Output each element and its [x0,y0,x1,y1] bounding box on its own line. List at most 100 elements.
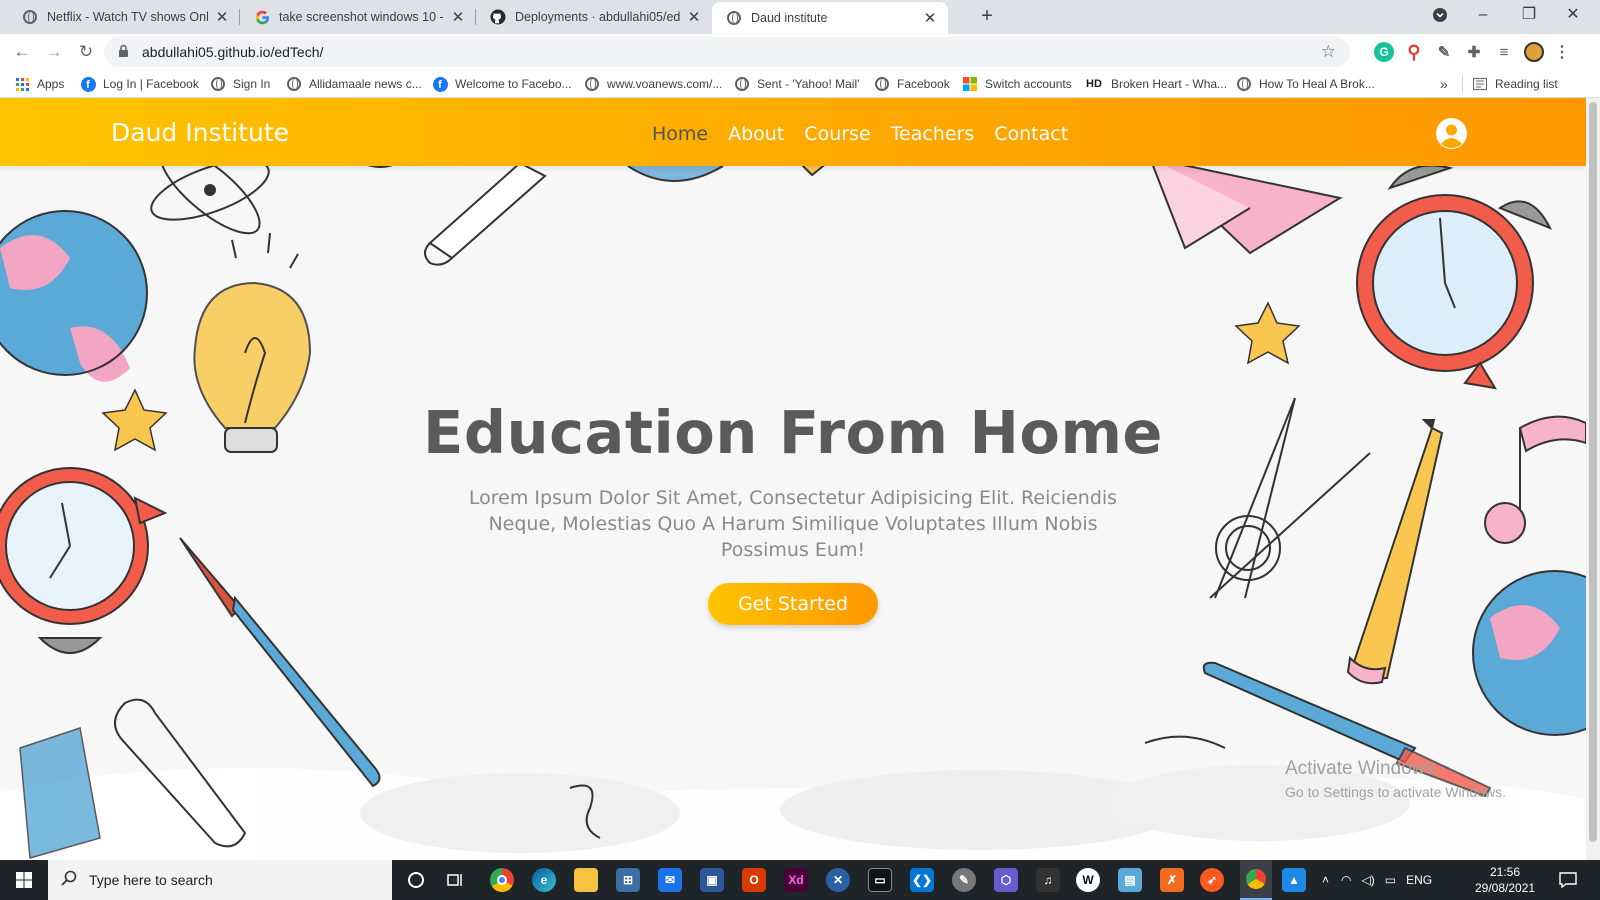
nav-about[interactable]: About [728,123,784,145]
nav-contact[interactable]: Contact [994,123,1068,145]
vscode-icon[interactable]: ❮❯ [910,868,934,892]
new-tab-button[interactable]: + [976,6,998,28]
nav-home[interactable]: Home [652,123,708,145]
bookmark-sign-in[interactable]: Sign In [210,75,270,93]
app-window-icon[interactable]: ▣ [700,868,724,892]
bookmarks-divider [1462,75,1463,93]
bookmark-label: Welcome to Facebo... [455,77,572,91]
restore-button[interactable]: ❐ [1518,4,1540,26]
reading-list-icon [1472,76,1488,92]
chrome-active-taskbar-icon[interactable] [1240,860,1272,900]
page-scrollbar[interactable] [1586,98,1600,860]
tab-title: Daud institute [751,11,828,25]
terminal-icon[interactable]: ▭ [868,868,892,892]
mail-icon[interactable]: ✉ [658,868,682,892]
bookmark-how-to-heal[interactable]: How To Heal A Brok... [1236,75,1375,93]
bookmark-label: www.voanews.com/... [607,77,723,91]
search-icon [61,870,77,891]
pencil-top-doodle [424,161,547,266]
volume-icon[interactable]: ◁) [1362,873,1375,887]
back-icon[interactable]: ← [10,40,34,64]
bookmark-star-icon[interactable]: ☆ [1321,42,1336,62]
close-icon[interactable]: ✕ [922,9,938,27]
media-control-icon[interactable]: ≡ [1494,42,1514,62]
close-icon[interactable]: ✕ [686,8,702,26]
postman-icon[interactable]: ➶ [1200,868,1224,892]
curve-doodle [1144,735,1226,749]
bookmarks-overflow-button[interactable]: » [1440,75,1448,93]
adobe-xd-icon[interactable]: Xd [784,868,808,892]
paint-app-icon[interactable]: ✎ [952,868,976,892]
office-icon[interactable]: O [742,868,766,892]
book-doodle [19,727,101,859]
eyedropper-extension-icon[interactable]: ✎ [1434,42,1454,62]
get-started-button[interactable]: Get Started [707,583,879,625]
profile-avatar-icon[interactable] [1524,42,1544,62]
chevron-up-icon[interactable]: ˄ [1322,873,1329,887]
tab-google-search[interactable]: take screenshot windows 10 - Go ✕ [240,0,476,34]
tab-search-icon[interactable] [1429,4,1451,26]
bookmark-welcome-facebook[interactable]: f Welcome to Facebo... [432,75,572,93]
close-icon[interactable]: ✕ [450,8,466,26]
cube-app-icon[interactable]: ⬡ [994,868,1018,892]
taskbar-clock[interactable]: 21:56 29/08/2021 [1475,864,1535,896]
start-button[interactable] [0,860,48,900]
bookmark-facebook[interactable]: Facebook [874,75,950,93]
photos-app-icon[interactable]: ▲ [1282,868,1306,892]
browser-menu-icon[interactable]: ⋮ [1552,42,1572,62]
xampp-icon[interactable]: ✗ [1160,868,1184,892]
bookmark-yahoo-mail[interactable]: Sent - 'Yahoo! Mail' [734,75,859,93]
notifications-icon[interactable] [1556,868,1580,892]
wifi-icon[interactable]: ◠ [1341,873,1351,887]
chrome-taskbar-icon[interactable] [490,868,514,892]
minimize-button[interactable]: – [1472,4,1494,26]
bookmark-facebook-login[interactable]: f Log In | Facebook [80,75,199,93]
grammarly-extension-icon[interactable]: G [1374,42,1394,62]
word-app-icon[interactable]: W [1076,868,1100,892]
bookmarks-bar: Apps f Log In | Facebook Sign In Allidam… [0,70,1600,98]
bowl-doodle [627,165,724,182]
nav-teachers[interactable]: Teachers [891,123,975,145]
taskbar-search-box[interactable]: Type here to search [48,860,392,900]
globe-icon [22,9,38,25]
bookmark-allidamaale[interactable]: Allidamaale news c... [286,75,422,93]
bookmark-broken-heart[interactable]: HD Broken Heart - Wha... [1084,75,1227,93]
tab-title: Netflix - Watch TV shows Online [47,10,208,24]
bookmark-switch-accounts[interactable]: Switch accounts [962,75,1072,93]
nav-course[interactable]: Course [804,123,870,145]
close-window-button[interactable]: ✕ [1562,4,1584,26]
network-app-icon[interactable]: ✕ [826,868,850,892]
bookmark-voanews[interactable]: www.voanews.com/... [584,75,722,93]
tray-icons: ˄ ◠ ◁) ▭ ENG [1322,860,1432,900]
language-indicator[interactable]: ENG [1406,873,1432,887]
music-app-icon[interactable]: ♫ [1036,868,1060,892]
user-account-icon[interactable] [1436,118,1467,149]
tab-netflix[interactable]: Netflix - Watch TV shows Online ✕ [8,0,240,34]
notes-app-icon[interactable]: ▤ [1118,868,1142,892]
browser-toolbar: ← → ↻ abdullahi05.github.io/edTech/ ☆ G … [0,34,1600,70]
globe-icon [286,76,302,92]
bookmark-apps[interactable]: Apps [14,75,64,93]
close-icon[interactable]: ✕ [214,8,230,26]
store-icon[interactable]: ⊞ [616,868,640,892]
extensions-puzzle-icon[interactable]: ✚ [1464,42,1484,62]
address-bar[interactable]: abdullahi05.github.io/edTech/ ☆ [104,37,1350,67]
tab-github-deployments[interactable]: Deployments · abdullahi05/edTec ✕ [476,0,712,34]
cortana-icon[interactable] [404,868,428,892]
file-explorer-icon[interactable] [574,868,598,892]
reload-icon[interactable]: ↻ [74,40,98,64]
globe-icon [726,10,742,26]
windows-taskbar: Type here to search e ⊞ ✉ ▣ O Xd ✕ ▭ ❮❯ … [0,860,1600,900]
task-view-icon[interactable] [444,868,468,892]
watermark-title: Activate Windows [1285,758,1435,779]
battery-icon[interactable]: ▭ [1385,873,1396,887]
tab-daud-institute[interactable]: Daud institute ✕ [712,2,948,34]
edge-taskbar-icon[interactable]: e [532,868,556,892]
site-nav: Home About Course Teachers Contact [652,123,1068,145]
site-brand-logo[interactable]: Daud Institute [111,118,289,147]
pin-extension-icon[interactable]: ⚲ [1404,42,1424,62]
bookmark-label: Facebook [897,77,950,91]
reading-list-button[interactable]: Reading list [1472,75,1558,93]
forward-icon[interactable]: → [42,40,66,64]
scrollbar-thumb[interactable] [1589,102,1597,842]
